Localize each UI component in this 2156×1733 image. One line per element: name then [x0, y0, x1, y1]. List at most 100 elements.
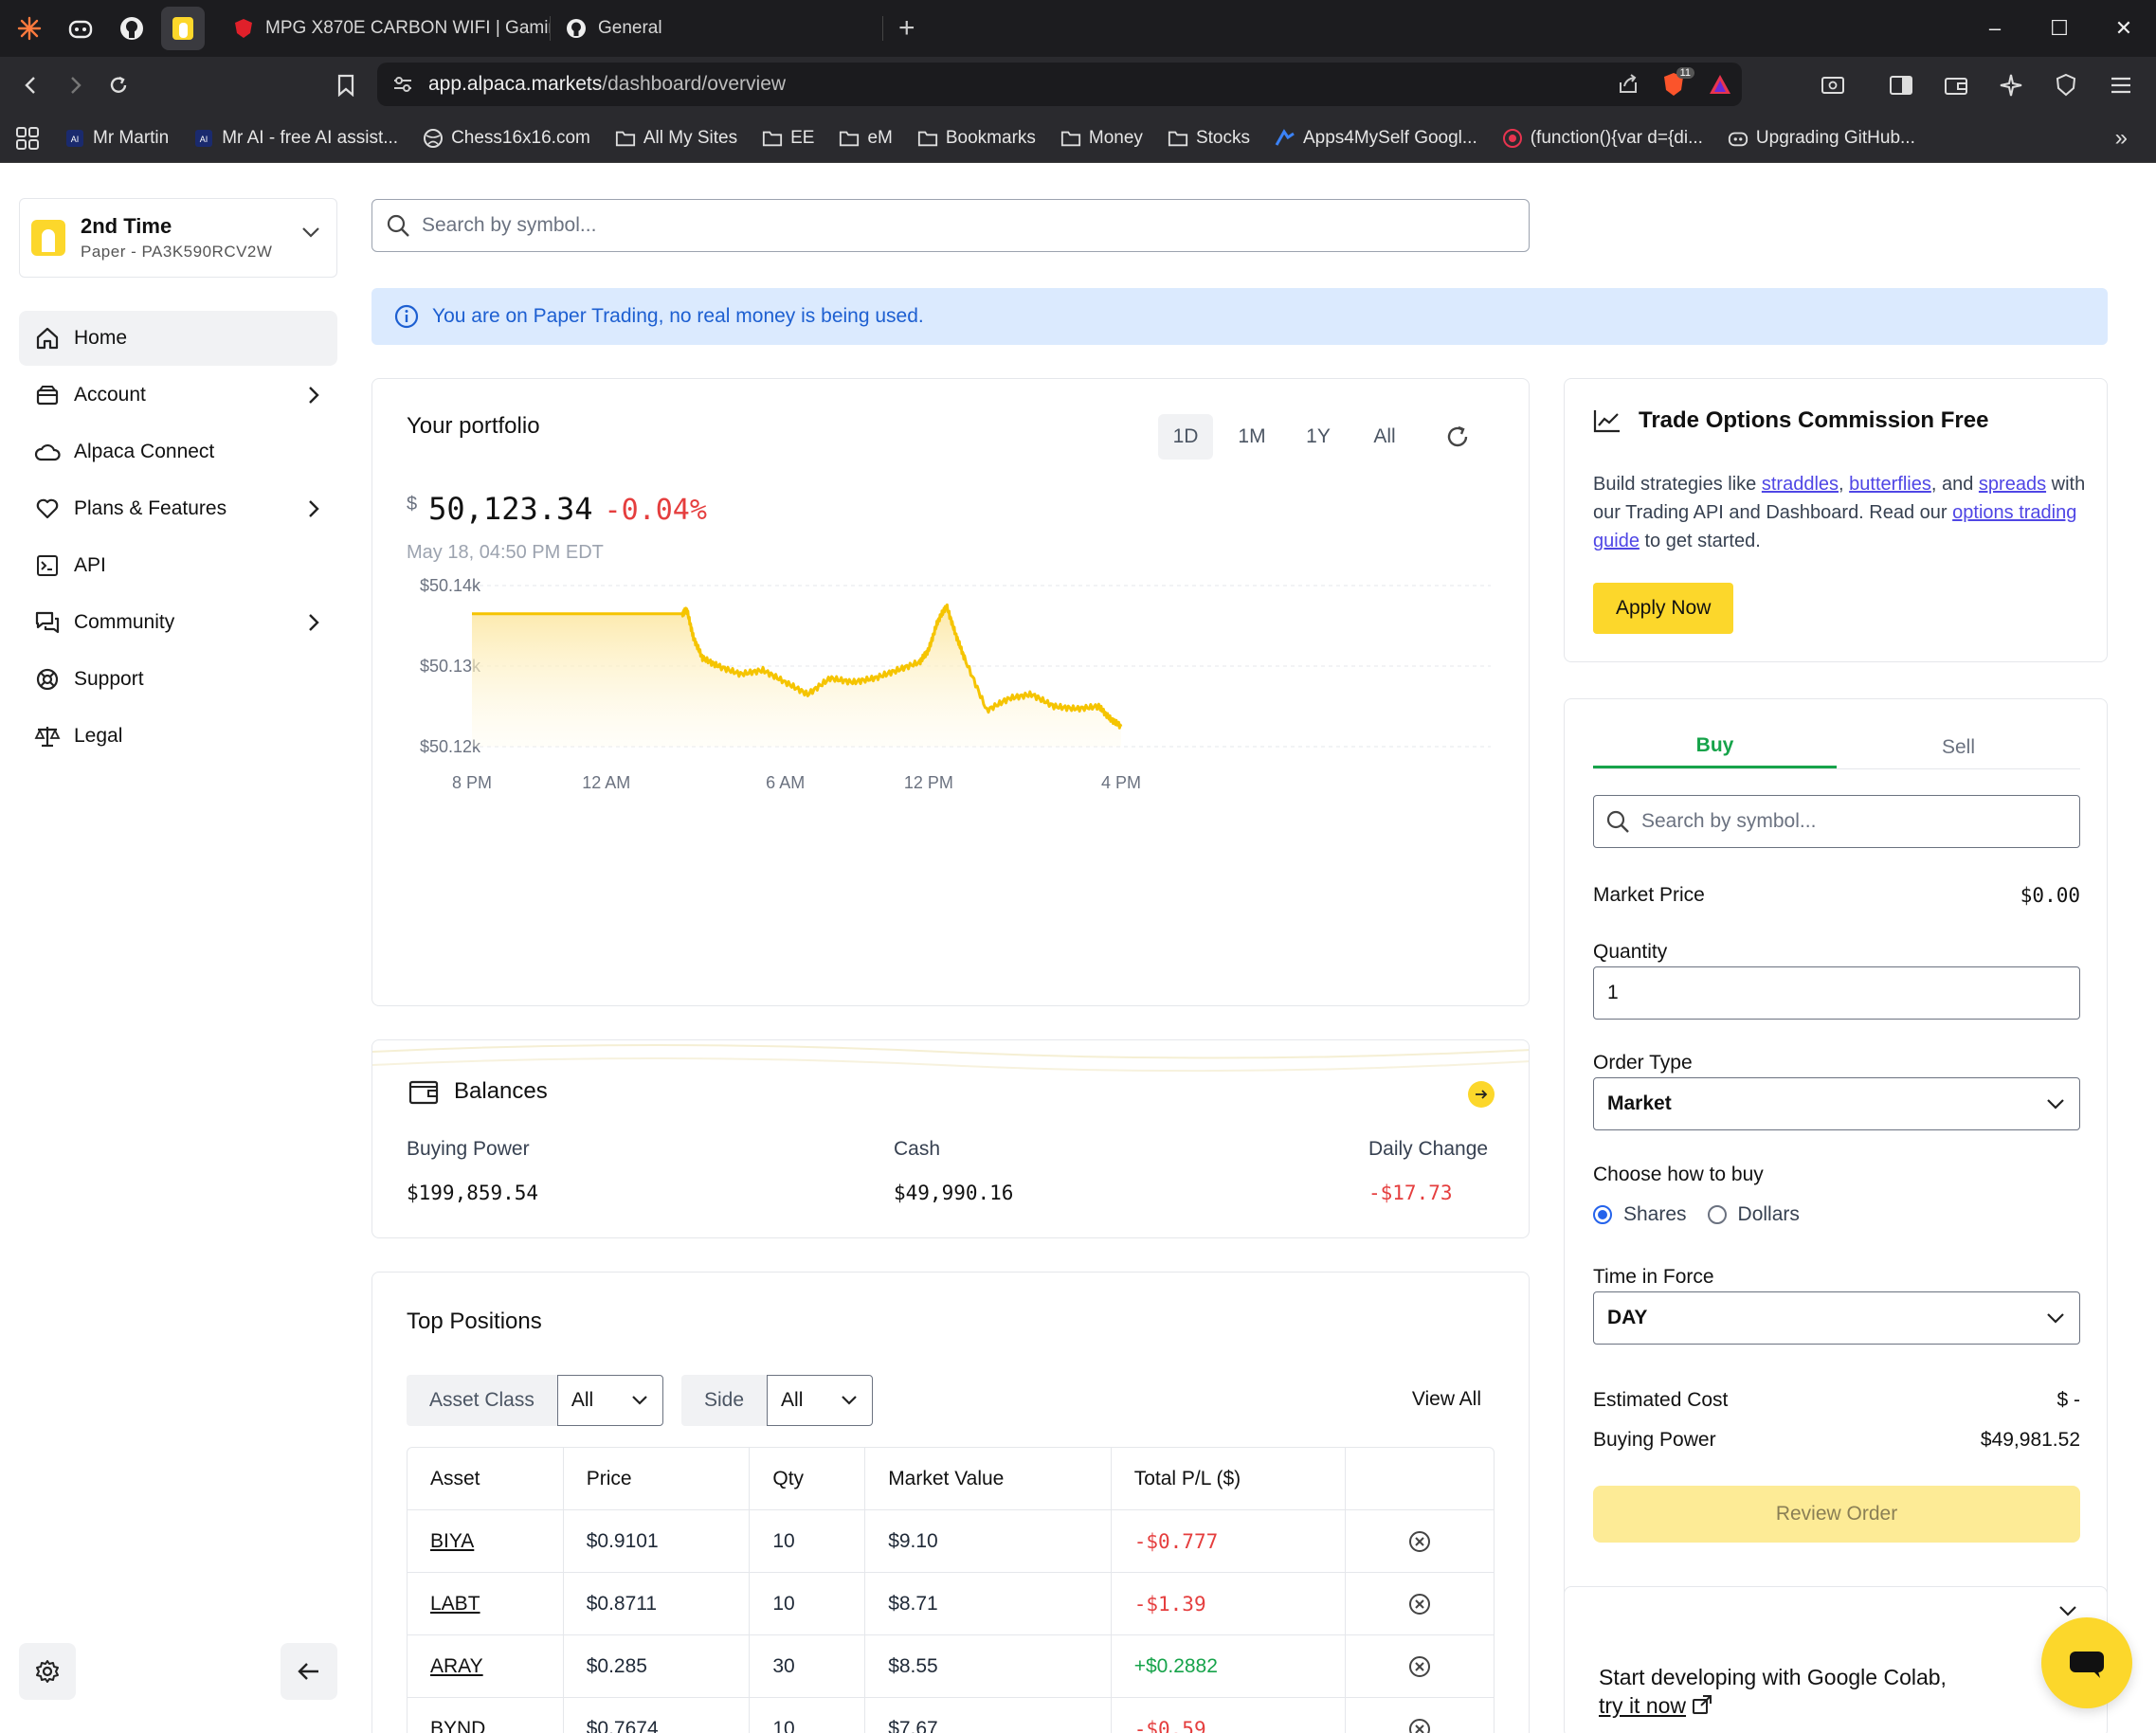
butterflies-link[interactable]: butterflies: [1849, 474, 1931, 495]
forward-button[interactable]: [53, 63, 97, 107]
vpn-shield-icon[interactable]: [2044, 63, 2088, 107]
sidebar-item-community[interactable]: Community: [19, 595, 337, 650]
more-bookmarks-button[interactable]: »: [2115, 125, 2128, 152]
address-bar[interactable]: app.alpaca.markets/dashboard/overview 11: [377, 63, 1742, 106]
bookmark-folder[interactable]: All My Sites: [615, 128, 737, 149]
asset-link[interactable]: ARAY: [430, 1655, 483, 1678]
bookmark-item[interactable]: Apps4MySelf Googl...: [1275, 128, 1477, 149]
asset-link[interactable]: BIYA: [430, 1530, 474, 1553]
bookmark-folder[interactable]: eM: [839, 128, 893, 149]
sidebar-toggle-icon[interactable]: [1879, 63, 1923, 107]
new-tab-button[interactable]: +: [898, 12, 915, 45]
portfolio-chart[interactable]: $50.14k$50.13k$50.12k 8 PM 12 AM 6 AM 12 PM…: [372, 379, 1531, 1007]
daily-change-value: -$17.73: [1368, 1182, 1453, 1204]
sidebar-item-home[interactable]: Home: [19, 311, 337, 366]
buying-power-label: Buying Power: [407, 1138, 530, 1160]
close-position-icon[interactable]: [1407, 1529, 1432, 1554]
asset-link[interactable]: LABT: [430, 1593, 480, 1616]
share-icon[interactable]: [1617, 73, 1640, 96]
bookmark-item[interactable]: (function(){var d={di...: [1502, 128, 1703, 149]
chevron-down-icon: [2045, 1311, 2066, 1325]
alpaca-tab-icon[interactable]: [161, 7, 205, 50]
order-search-input[interactable]: [1641, 810, 2068, 833]
asset-link[interactable]: BYND: [430, 1718, 485, 1733]
side-select[interactable]: All: [767, 1375, 874, 1426]
balances-details-button[interactable]: [1468, 1081, 1495, 1108]
price-cell: $0.7674: [564, 1697, 751, 1733]
tab-buy[interactable]: Buy: [1593, 726, 1837, 768]
chart-y-tick-label: $50.14k: [420, 576, 481, 595]
sparkle-app-icon[interactable]: [8, 7, 51, 50]
tab-sell[interactable]: Sell: [1837, 726, 2080, 768]
sidebar-item-legal[interactable]: Legal: [19, 709, 337, 764]
tab-general[interactable]: General: [551, 8, 882, 49]
bookmark-item[interactable]: Chess16x16.com: [423, 128, 590, 149]
close-window-button[interactable]: ✕: [2092, 0, 2156, 57]
back-button[interactable]: [9, 63, 53, 107]
straddles-link[interactable]: straddles: [1762, 474, 1839, 495]
try-it-now-link[interactable]: try it now: [1599, 1693, 1686, 1718]
spreads-link[interactable]: spreads: [1979, 474, 2046, 495]
bookmark-folder[interactable]: Bookmarks: [917, 128, 1036, 149]
sidebar-item-plans[interactable]: Plans & Features: [19, 481, 337, 536]
price-cell: $0.8711: [564, 1572, 751, 1635]
col-qty[interactable]: Qty: [750, 1448, 866, 1510]
col-market-value[interactable]: Market Value: [865, 1448, 1112, 1510]
bookmark-item[interactable]: Upgrading GitHub...: [1728, 128, 1915, 149]
close-position-icon[interactable]: [1407, 1654, 1432, 1679]
time-in-force-select[interactable]: DAY: [1593, 1291, 2080, 1345]
toolbar-actions: [1811, 57, 2156, 114]
copilot-app-icon[interactable]: [59, 7, 102, 50]
ai-icon: AI: [193, 128, 214, 149]
qty-cell: 10: [750, 1509, 866, 1573]
col-total-pl[interactable]: Total P/L ($): [1112, 1448, 1347, 1510]
promo-text: , and: [1930, 474, 1979, 495]
sidebar-item-support[interactable]: Support: [19, 652, 337, 707]
col-price[interactable]: Price: [564, 1448, 751, 1510]
order-type-select[interactable]: Market: [1593, 1077, 2080, 1130]
brave-rewards-icon[interactable]: [1708, 73, 1732, 96]
radio-shares[interactable]: Shares: [1593, 1203, 1687, 1226]
asset-class-select[interactable]: All: [556, 1375, 663, 1426]
bookmark-folder[interactable]: EE: [762, 128, 814, 149]
bookmark-page-icon[interactable]: [324, 63, 368, 107]
bookmark-folder[interactable]: Money: [1060, 128, 1143, 149]
minimize-button[interactable]: –: [1963, 0, 2027, 57]
apps-grid-icon[interactable]: [15, 126, 40, 151]
chat-support-button[interactable]: [2041, 1617, 2132, 1708]
menu-icon[interactable]: [2099, 63, 2143, 107]
order-symbol-search[interactable]: [1593, 795, 2080, 848]
collapse-sidebar-button[interactable]: [281, 1643, 337, 1700]
sidebar-item-alpaca-connect[interactable]: Alpaca Connect: [19, 424, 337, 479]
bookmark-folder[interactable]: Stocks: [1168, 128, 1250, 149]
pl-cell: -$0.777: [1112, 1509, 1347, 1573]
sidebar-item-api[interactable]: API: [19, 538, 337, 593]
maximize-button[interactable]: ☐: [2027, 0, 2092, 57]
brave-shield-icon[interactable]: 11: [1660, 67, 1694, 98]
leo-ai-icon[interactable]: [1989, 63, 2033, 107]
tab-msi[interactable]: MPG X870E CARBON WIFI | Gaming M: [218, 8, 550, 49]
bookmark-item[interactable]: AI Mr Martin: [64, 128, 169, 149]
wallet-icon[interactable]: [1934, 63, 1978, 107]
sidebar-item-account[interactable]: Account: [19, 368, 337, 423]
col-asset[interactable]: Asset: [408, 1448, 564, 1510]
reload-button[interactable]: [97, 63, 140, 107]
symbol-search[interactable]: [371, 199, 1530, 252]
close-position-icon[interactable]: [1407, 1717, 1432, 1733]
review-order-button[interactable]: Review Order: [1593, 1486, 2080, 1543]
sidebar-item-label: Plans & Features: [74, 497, 227, 519]
view-all-link[interactable]: View All: [1412, 1388, 1481, 1411]
site-settings-icon[interactable]: [392, 76, 413, 93]
bookmark-item[interactable]: AI Mr AI - free AI assist...: [193, 128, 398, 149]
search-tab-icon[interactable]: [1811, 63, 1855, 107]
close-position-icon[interactable]: [1407, 1592, 1432, 1616]
settings-button[interactable]: [19, 1643, 76, 1700]
account-switcher[interactable]: 2nd Time Paper - PA3K590RCV2W: [19, 198, 337, 278]
radio-dollars[interactable]: Dollars: [1707, 1203, 1800, 1226]
quantity-input[interactable]: 1: [1593, 966, 2080, 1020]
search-input[interactable]: [422, 214, 1451, 237]
github-app-icon[interactable]: [110, 7, 154, 50]
apply-now-button[interactable]: Apply Now: [1593, 583, 1734, 634]
promo-text: ,: [1839, 474, 1850, 495]
paper-trading-banner: You are on Paper Trading, no real money …: [371, 288, 2108, 345]
